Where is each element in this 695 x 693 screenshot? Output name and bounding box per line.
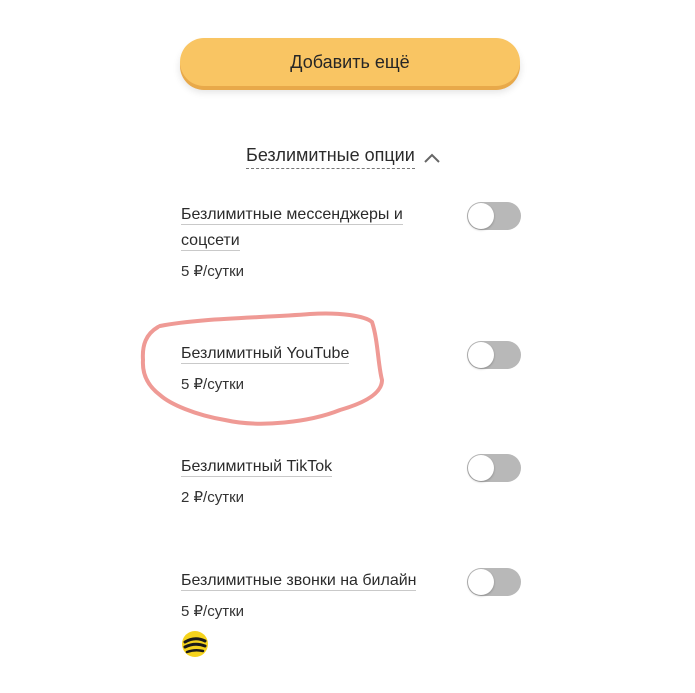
- option-price: 5 ₽/сутки: [181, 263, 245, 280]
- option-price: 5 ₽/сутки: [181, 603, 245, 620]
- option-beeline-calls: Безлимитные звонки на билайн 5 ₽/сутки: [181, 568, 521, 620]
- unlimited-options-header[interactable]: Безлимитные опции: [246, 144, 441, 169]
- option-toggle[interactable]: [467, 454, 521, 482]
- toggle-knob: [468, 203, 494, 229]
- option-name[interactable]: Безлимитные мессенджеры и: [181, 206, 403, 225]
- option-name[interactable]: Безлимитные звонки на билайн: [181, 572, 417, 591]
- option-price: 5 ₽/сутки: [181, 376, 245, 393]
- option-youtube: Безлимитный YouTube 5 ₽/сутки: [181, 341, 521, 393]
- add-more-button[interactable]: Добавить ещё: [180, 38, 520, 86]
- toggle-knob: [468, 342, 494, 368]
- toggle-knob: [468, 455, 494, 481]
- option-tiktok: Безлимитный TikTok 2 ₽/сутки: [181, 454, 521, 506]
- option-toggle[interactable]: [467, 202, 521, 230]
- option-name[interactable]: Безлимитный TikTok: [181, 458, 333, 477]
- beeline-logo-icon: [181, 630, 209, 658]
- toggle-knob: [468, 569, 494, 595]
- option-name[interactable]: Безлимитный YouTube: [181, 345, 350, 364]
- option-messengers: Безлимитные мессенджеры и соцсети 5 ₽/су…: [181, 202, 521, 280]
- option-name-line2[interactable]: соцсети: [181, 232, 240, 251]
- section-title: Безлимитные опции: [246, 144, 415, 169]
- option-toggle[interactable]: [467, 568, 521, 596]
- option-price: 2 ₽/сутки: [181, 489, 245, 506]
- option-toggle[interactable]: [467, 341, 521, 369]
- chevron-up-icon: [423, 151, 441, 163]
